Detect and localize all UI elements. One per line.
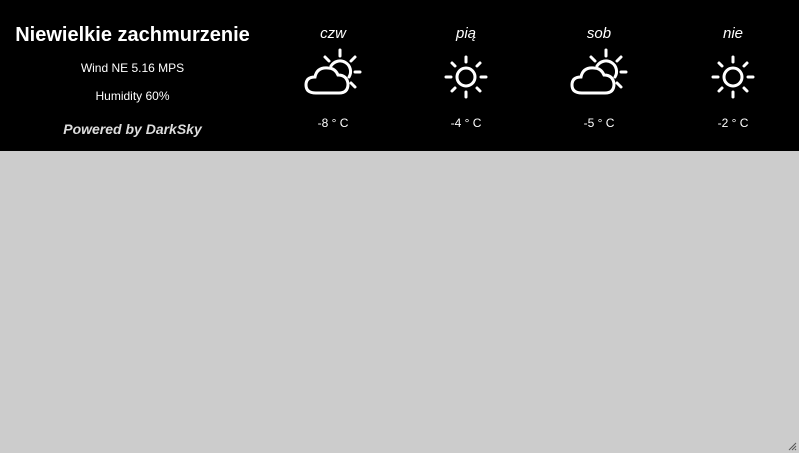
forecast-day-name: pią: [455, 25, 477, 42]
forecast-day-name: sob: [586, 25, 612, 42]
forecast-temperature: -2 ° C: [717, 116, 749, 130]
forecast-temperature: -4 ° C: [450, 116, 482, 130]
forecast-day-name: nie: [722, 25, 744, 42]
humidity-info: Humidity 60%: [95, 89, 170, 103]
forecast-temperature: -5 ° C: [583, 116, 615, 130]
forecast-day: sob -5 ° C: [539, 0, 659, 151]
forecast-day-name: czw: [320, 25, 346, 42]
sun-icon: [444, 55, 488, 99]
partly-cloudy-icon: [304, 48, 362, 95]
sun-icon: [711, 55, 755, 99]
weather-summary: Niewielkie zachmurzenie: [15, 24, 250, 46]
forecast-day: czw -8 ° C: [273, 0, 393, 151]
resize-grip-icon[interactable]: [787, 441, 797, 451]
forecast-day: pią -4 ° C: [406, 0, 526, 151]
forecast-day: nie -2 ° C: [673, 0, 793, 151]
current-conditions: Niewielkie zachmurzenie Wind NE 5.16 MPS…: [0, 0, 265, 151]
forecast-temperature: -8 ° C: [317, 116, 349, 130]
powered-by-link[interactable]: Powered by DarkSky: [0, 121, 265, 137]
weather-widget: Niewielkie zachmurzenie Wind NE 5.16 MPS…: [0, 0, 799, 151]
wind-info: Wind NE 5.16 MPS: [80, 61, 185, 75]
partly-cloudy-icon: [570, 48, 628, 95]
